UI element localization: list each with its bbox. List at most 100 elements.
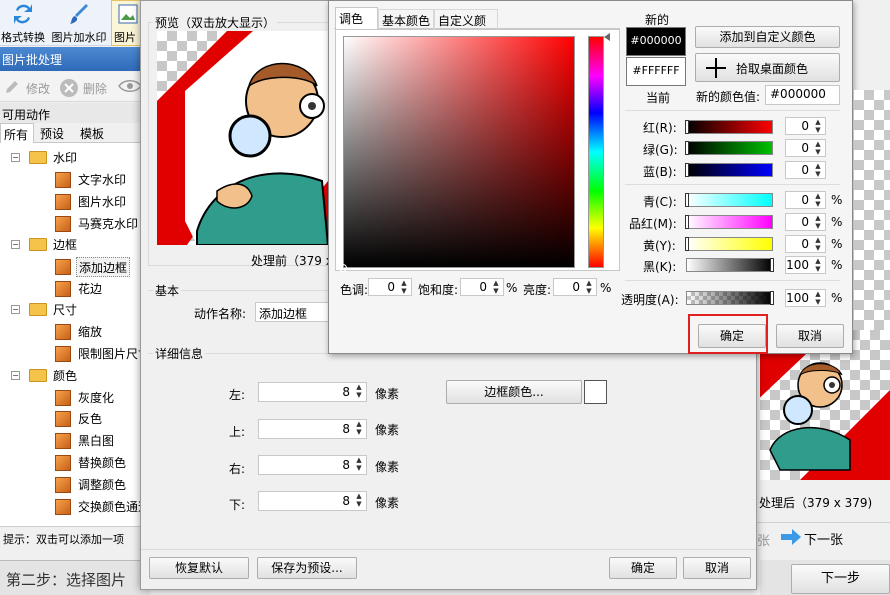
reset-defaults-button[interactable]: 恢复默认 — [149, 557, 249, 579]
blue-spinner[interactable]: 0 ▲ ▼ — [785, 161, 826, 179]
slider-knob[interactable] — [770, 258, 774, 272]
right-margin-spinner[interactable]: 8 ▲ ▼ — [258, 455, 367, 475]
luminance-spinner[interactable]: 0 ▲ ▼ — [553, 278, 597, 296]
left-margin-spinner[interactable]: 8 ▲ ▼ — [258, 382, 367, 402]
spin-arrows-icon[interactable]: ▲ ▼ — [354, 492, 364, 508]
tree-item-text-watermark[interactable]: 文字水印 — [78, 170, 126, 190]
tree-group-color[interactable]: 颜色 — [53, 366, 77, 386]
next-image-button[interactable]: 下一张 — [780, 528, 850, 548]
magenta-spinner[interactable]: 0 ▲ ▼ — [785, 213, 826, 231]
hue-slider[interactable] — [588, 36, 604, 268]
slider-knob[interactable] — [685, 215, 689, 229]
alpha-slider[interactable] — [686, 291, 774, 305]
spin-arrows-icon[interactable]: ▲ ▼ — [813, 257, 823, 273]
tree-item-replace-color[interactable]: 替换颜色 — [78, 453, 126, 473]
spin-arrows-icon[interactable]: ▲ ▼ — [813, 236, 823, 252]
new-value-input[interactable]: #000000 — [765, 85, 840, 105]
tab-custom-colors[interactable]: 自定义颜色 — [434, 9, 498, 45]
dialog-ok-button[interactable]: 确定 — [609, 557, 677, 579]
tree-item-bw[interactable]: 黑白图 — [78, 431, 114, 451]
spin-arrows-icon[interactable]: ▲ ▼ — [813, 290, 823, 306]
spin-arrows-icon[interactable]: ▲ ▼ — [354, 456, 364, 472]
step-text: 第二步：选择图片 — [6, 571, 127, 589]
color-cancel-button[interactable]: 取消 — [776, 324, 844, 348]
add-custom-color-button[interactable]: 添加到自定义颜色 — [695, 26, 840, 48]
slider-knob[interactable] — [685, 237, 689, 251]
save-preset-button[interactable]: 保存为预设... — [257, 557, 357, 579]
spin-arrows-icon[interactable]: ▲ ▼ — [813, 214, 823, 230]
tree-item-add-border[interactable]: 添加边框 — [76, 257, 131, 277]
yellow-spinner[interactable]: 0 ▲ ▼ — [785, 235, 826, 253]
image-watermark-button[interactable]: 图片加水印 — [48, 0, 110, 46]
spin-arrows-icon[interactable]: ▲ ▼ — [813, 118, 823, 134]
tree-item-scale[interactable]: 缩放 — [78, 322, 102, 342]
tab-palette[interactable]: 调色板 — [335, 7, 378, 43]
before-preview[interactable] — [157, 31, 328, 245]
cyan-spinner[interactable]: 0 ▲ ▼ — [785, 191, 826, 209]
expander-watermark[interactable]: − — [11, 153, 20, 162]
color-ok-button[interactable]: 确定 — [698, 324, 766, 348]
tab-templates[interactable]: 模板 — [77, 125, 107, 142]
tree-group-watermark[interactable]: 水印 — [53, 148, 77, 168]
tree-item-adjust-color[interactable]: 调整颜色 — [78, 475, 126, 495]
red-slider[interactable] — [685, 120, 773, 134]
next-image-label: 下一张 — [804, 533, 844, 548]
spin-arrows-icon[interactable]: ▲ ▼ — [354, 383, 364, 399]
pick-screen-color-button[interactable]: 拾取桌面颜色 — [695, 53, 840, 82]
spin-arrows-icon[interactable]: ▲ ▼ — [491, 279, 501, 295]
blue-slider[interactable] — [685, 163, 773, 177]
slider-knob[interactable] — [685, 141, 689, 155]
slider-knob[interactable] — [685, 163, 689, 177]
delete-button[interactable]: 删除 — [58, 77, 112, 99]
spin-arrows-icon[interactable]: ▲ ▼ — [813, 162, 823, 178]
edit-button[interactable]: 修改 — [2, 77, 54, 99]
yellow-label: 黄(Y): — [643, 239, 676, 253]
format-convert-button[interactable]: 格式转换 — [0, 0, 46, 46]
slider-knob[interactable] — [685, 193, 689, 207]
saturation-spinner[interactable]: 0 ▲ ▼ — [460, 278, 504, 296]
dialog-cancel-button[interactable]: 取消 — [683, 557, 751, 579]
black-spinner[interactable]: 100 ▲ ▼ — [785, 256, 826, 274]
tree-item-invert[interactable]: 反色 — [78, 409, 102, 429]
spin-arrows-icon[interactable]: ▲ ▼ — [813, 192, 823, 208]
tree-item-mosaic-watermark[interactable]: 马赛克水印 — [78, 214, 138, 234]
hue-spinner[interactable]: 0 ▲ ▼ — [368, 278, 412, 296]
next-step-button[interactable]: 下一步 — [791, 564, 890, 594]
yellow-slider[interactable] — [685, 237, 773, 251]
border-color-button[interactable]: 边框颜色... — [446, 380, 582, 404]
cyan-slider[interactable] — [685, 193, 773, 207]
tab-presets[interactable]: 预设 — [37, 125, 67, 142]
new-value-label: 新的颜色值: — [696, 90, 761, 104]
tree-item-image-watermark[interactable]: 图片水印 — [78, 192, 126, 212]
action-name-input[interactable]: 添加边框 — [255, 302, 330, 322]
expander-size[interactable]: − — [11, 305, 20, 314]
slider-knob[interactable] — [770, 291, 774, 305]
expander-border[interactable]: − — [11, 240, 20, 249]
top-margin-spinner[interactable]: 8 ▲ ▼ — [258, 419, 367, 439]
spin-arrows-icon[interactable]: ▲ ▼ — [354, 420, 364, 436]
green-slider[interactable] — [685, 141, 773, 155]
red-spinner[interactable]: 0 ▲ ▼ — [785, 117, 826, 135]
tab-all[interactable]: 所有 — [0, 123, 34, 144]
tree-item-grayscale[interactable]: 灰度化 — [78, 388, 114, 408]
current-color-label: 当前 — [646, 91, 671, 105]
bottom-margin-spinner[interactable]: 8 ▲ ▼ — [258, 491, 367, 511]
expander-color[interactable]: − — [11, 371, 20, 380]
tree-item-pattern-border[interactable]: 花边 — [78, 279, 102, 299]
prev-image-partial[interactable]: 张 — [757, 530, 770, 549]
black-slider[interactable] — [686, 258, 774, 272]
box-icon — [55, 194, 71, 210]
spin-arrows-icon[interactable]: ▲ ▼ — [813, 140, 823, 156]
tree-group-size[interactable]: 尺寸 — [53, 300, 77, 320]
spin-arrows-icon[interactable]: ▲ ▼ — [584, 279, 594, 295]
spin-arrows-icon[interactable]: ▲ ▼ — [399, 279, 409, 295]
border-color-swatch[interactable] — [584, 380, 607, 404]
tab-basic-colors[interactable]: 基本颜色 — [378, 9, 434, 29]
slider-knob[interactable] — [685, 120, 689, 134]
alpha-spinner[interactable]: 100 ▲ ▼ — [785, 289, 826, 307]
green-spinner[interactable]: 0 ▲ ▼ — [785, 139, 826, 157]
magenta-slider[interactable] — [685, 215, 773, 229]
tree-group-border[interactable]: 边框 — [53, 235, 77, 255]
box-icon — [55, 216, 71, 232]
saturation-value-field[interactable] — [343, 36, 575, 268]
